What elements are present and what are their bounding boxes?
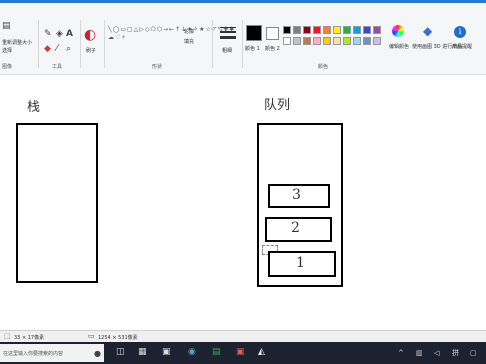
stack-label: 栈 [27,100,41,115]
paste-icon[interactable]: ▤ [2,22,11,31]
palette-swatch[interactable] [363,26,371,34]
image-size-icon: ▭ [88,332,95,340]
palette-swatch[interactable] [303,37,311,45]
size-line-2 [220,31,236,33]
product-alert-button[interactable]: 产品提醒 [452,43,472,50]
eraser-icon[interactable]: ◆ [44,45,51,54]
stack-box [16,123,98,283]
edit-colors-icon[interactable] [392,25,404,37]
search-box[interactable]: 在这里输入你要搜索的内容 ● [0,344,104,362]
edge-icon[interactable]: ◉ [188,348,196,357]
tray-arrow-icon[interactable]: ^ [398,349,404,358]
palette-swatch[interactable] [343,26,351,34]
fill-bucket-icon[interactable]: ◈ [56,30,63,39]
group-label-colors: 颜色 [318,64,329,70]
size-line-3 [220,36,236,39]
queue-label: 队列 [264,98,291,113]
ime-icon[interactable]: 拼 [452,349,459,358]
palette-swatch[interactable] [283,26,291,34]
paint3d-icon[interactable]: ◆ [423,25,432,37]
task-view-icon[interactable]: ◫ [116,348,125,357]
pencil-icon[interactable]: ✎ [44,30,52,39]
queue-item-1: 1 [268,251,336,277]
color-picker-icon[interactable]: ⁄ [56,45,58,54]
size-button[interactable]: 粗细 [222,47,232,54]
text-tool-icon[interactable]: A [66,30,73,39]
palette-swatch[interactable] [303,26,311,34]
network-icon[interactable]: ▥ [416,349,423,358]
shapes-gallery[interactable]: ╲◯▭▢△▷◇⬠⬡→←↑↓✦✧★☆◸◹✚✱☁♡⚡ [108,26,234,42]
queue-item-3: 3 [268,184,330,208]
app-red-icon[interactable]: ▣ [236,348,245,357]
palette-swatch[interactable] [313,26,321,34]
queue-item-3-text: 3 [292,187,301,203]
microphone-icon[interactable]: ● [94,349,101,358]
palette-swatch[interactable] [313,37,321,45]
palette-swatch[interactable] [333,37,341,45]
edit-colors-button[interactable]: 编辑颜色 [389,43,409,50]
brush-icon[interactable]: ◐ [84,28,96,42]
image-size: 1254 × 531像素 [98,335,138,341]
palette-swatch[interactable] [373,37,381,45]
palette-swatch[interactable] [353,26,361,34]
selection-size: 33 × 17像素 [14,335,45,341]
group-label-tools: 工具 [52,64,63,70]
palette-swatch[interactable] [283,37,291,45]
color2-swatch[interactable] [266,27,279,40]
selection-icon: ⬚ [4,332,11,340]
fill-button[interactable]: 填充 [184,38,194,45]
outline-button[interactable]: 轮廓 [184,28,194,35]
separator [104,20,105,68]
palette-swatch[interactable] [353,37,361,45]
file-explorer-icon[interactable]: ▦ [138,348,147,357]
magnifier-icon[interactable]: ⌕ [66,45,71,54]
separator [38,20,39,68]
drawing-canvas[interactable]: 栈 队列 3 2 1 [0,75,486,330]
palette-swatch[interactable] [293,37,301,45]
queue-item-2: 2 [265,217,332,242]
ribbon: ▤ 重新调整大小 选择 图像 ✎ ◈ A ◆ ⁄ ⌕ 工具 ◐ 刷子 ╲◯▭▢△… [0,0,486,75]
group-label-image: 图像 [2,64,13,70]
queue-item-2-text: 2 [291,220,300,236]
size-line-1 [220,27,236,28]
excel-icon[interactable]: ▤ [212,348,221,357]
palette-swatch[interactable] [363,37,371,45]
palette-swatch[interactable] [333,26,341,34]
paint-icon[interactable]: ◭ [258,348,265,357]
queue-item-1-text: 1 [296,255,305,271]
notification-icon[interactable]: ▢ [470,349,477,358]
brush-label: 刷子 [86,48,97,54]
volume-icon[interactable]: ◁ [434,349,439,358]
resize-button[interactable]: 重新调整大小 [2,39,32,46]
palette-swatch[interactable] [323,26,331,34]
search-placeholder: 在这里输入你要搜索的内容 [3,351,64,357]
info-icon[interactable]: i [454,26,466,38]
separator [242,20,243,68]
palette-swatch[interactable] [293,26,301,34]
separator [212,20,213,68]
palette-swatch[interactable] [323,37,331,45]
palette-swatch[interactable] [343,37,351,45]
taskbar: 在这里输入你要搜索的内容 ● ◫ ▦ ▣ ◉ ▤ ▣ ◭ ^ ▥ ◁ 拼 ▢ [0,342,486,364]
select-button[interactable]: 选择 [2,47,12,54]
color2-label: 颜色 2 [265,46,280,52]
color1-label: 颜色 1 [245,46,260,52]
title-accent-bar [0,0,486,3]
color1-swatch[interactable] [246,25,262,41]
app-icon[interactable]: ▣ [162,348,171,357]
separator [80,20,81,68]
group-label-shapes: 形状 [152,64,163,70]
palette-swatch[interactable] [373,26,381,34]
